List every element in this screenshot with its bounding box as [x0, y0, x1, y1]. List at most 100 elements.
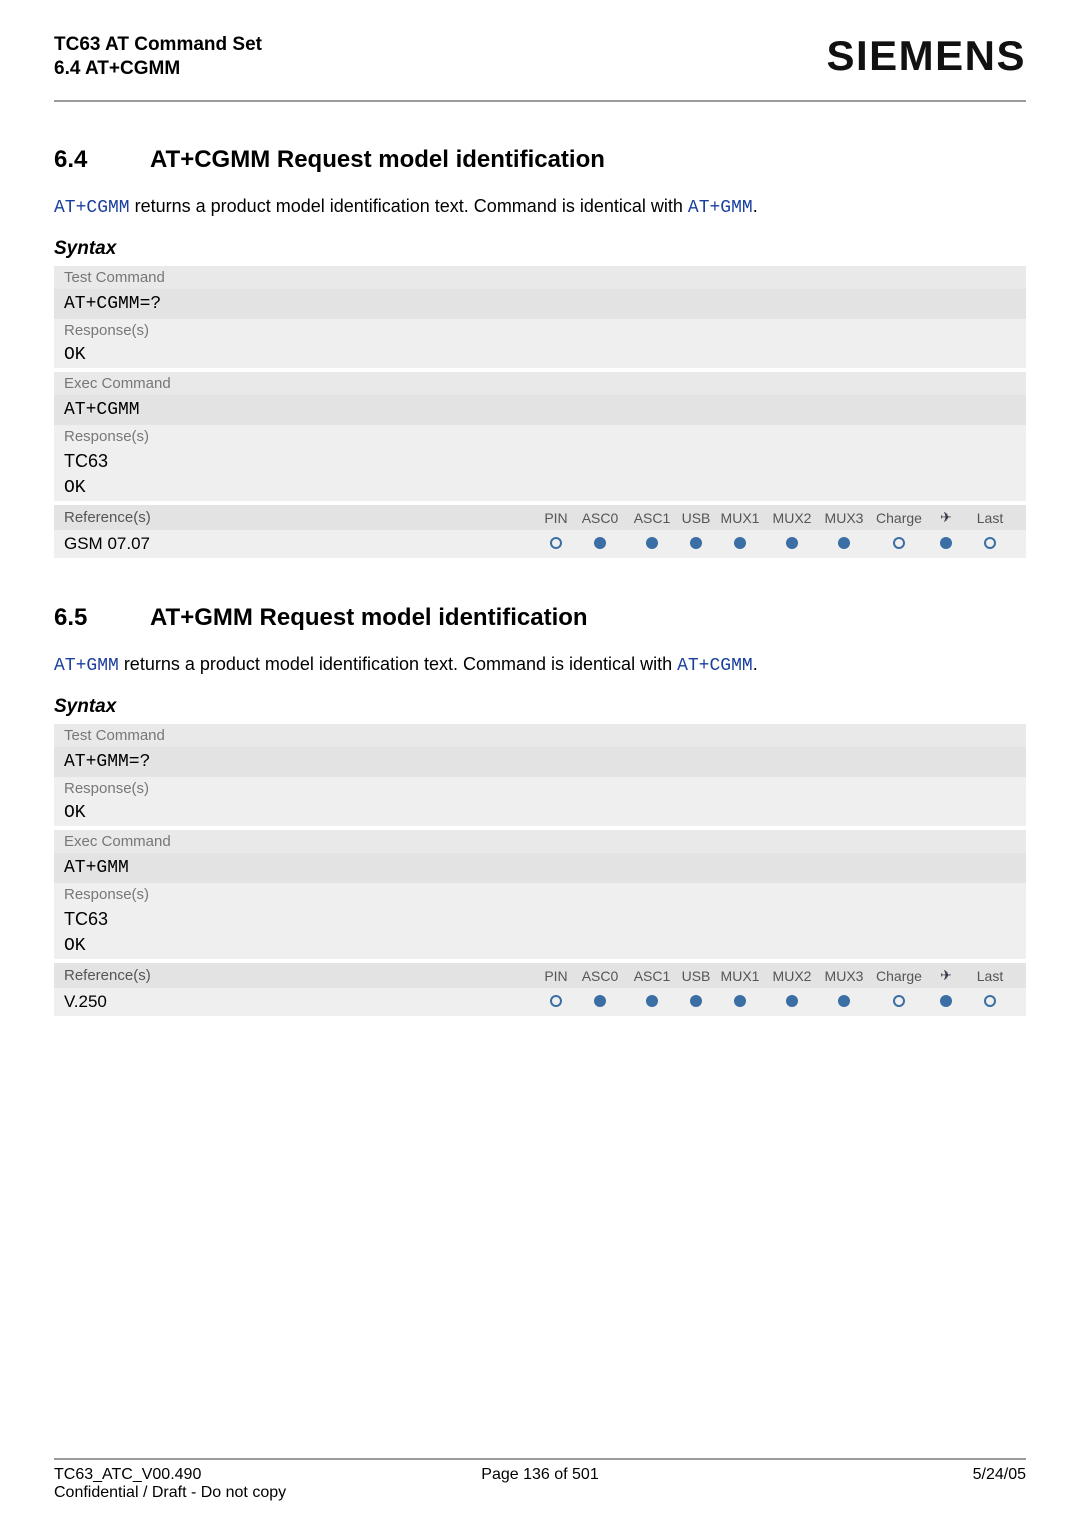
filled-dot-icon: [734, 995, 746, 1007]
filled-dot-icon: [690, 537, 702, 549]
col-mux1: MUX1: [714, 510, 766, 526]
test-command-label: Test Command: [54, 724, 1026, 747]
col-last: Last: [964, 968, 1016, 984]
filled-dot-icon: [786, 537, 798, 549]
syntax-block: Exec Command AT+CGMM Response(s) TC63 OK: [54, 372, 1026, 501]
siemens-logo: SIEMENS: [826, 32, 1026, 80]
filled-dot-icon: [646, 537, 658, 549]
section-title: AT+CGMM Request model identification: [150, 146, 605, 174]
header-left: TC63 AT Command Set 6.4 AT+CGMM: [54, 32, 262, 80]
reference-header-row: Reference(s) PIN ASC0 ASC1 USB MUX1 MUX2…: [54, 963, 1026, 988]
ring-icon: [550, 995, 562, 1007]
test-command: AT+CGMM=?: [54, 289, 1026, 319]
col-mux2: MUX2: [766, 968, 818, 984]
col-pin: PIN: [538, 510, 574, 526]
filled-dot-icon: [838, 995, 850, 1007]
test-command: AT+GMM=?: [54, 747, 1026, 777]
col-mux1: MUX1: [714, 968, 766, 984]
reference-value: V.250: [64, 992, 538, 1012]
response-ok: OK: [54, 342, 1026, 368]
intro-text: returns a product model identification t…: [130, 196, 688, 216]
test-command-label: Test Command: [54, 266, 1026, 289]
response-ok: OK: [54, 933, 1026, 959]
footer-version: TC63_ATC_V00.490: [54, 1466, 201, 1483]
col-asc0: ASC0: [574, 510, 626, 526]
exec-command-label: Exec Command: [54, 372, 1026, 395]
doc-title: TC63 AT Command Set: [54, 32, 262, 58]
intro-line: AT+GMM returns a product model identific…: [54, 654, 1026, 676]
response-ok: OK: [54, 800, 1026, 826]
filled-dot-icon: [646, 995, 658, 1007]
syntax-label: Syntax: [54, 238, 1026, 260]
response-model: TC63: [54, 448, 1026, 475]
reference-block: Reference(s) PIN ASC0 ASC1 USB MUX1 MUX2…: [54, 505, 1026, 558]
section-heading: 6.5 AT+GMM Request model identification: [54, 604, 1026, 632]
syntax-block: Test Command AT+CGMM=? Response(s) OK: [54, 266, 1026, 368]
col-charge: Charge: [870, 968, 928, 984]
cmd-link[interactable]: AT+GMM: [54, 656, 119, 676]
filled-dot-icon: [786, 995, 798, 1007]
response-label: Response(s): [54, 883, 1026, 906]
response-label: Response(s): [54, 777, 1026, 800]
reference-value: GSM 07.07: [64, 534, 538, 554]
col-mux3: MUX3: [818, 510, 870, 526]
intro-text: returns a product model identification t…: [119, 654, 677, 674]
filled-dot-icon: [690, 995, 702, 1007]
col-mux3: MUX3: [818, 968, 870, 984]
filled-dot-icon: [734, 537, 746, 549]
ring-icon: [984, 995, 996, 1007]
intro-text: .: [753, 196, 758, 216]
syntax-block: Exec Command AT+GMM Response(s) TC63 OK: [54, 830, 1026, 959]
col-usb: USB: [678, 968, 714, 984]
col-last: Last: [964, 510, 1016, 526]
col-asc1: ASC1: [626, 510, 678, 526]
section-number: 6.5: [54, 604, 106, 632]
header-right: SIEMENS: [826, 32, 1026, 80]
page-header: TC63 AT Command Set 6.4 AT+CGMM SIEMENS: [54, 32, 1026, 102]
exec-command-label: Exec Command: [54, 830, 1026, 853]
exec-command: AT+CGMM: [54, 395, 1026, 425]
reference-value-row: V.250: [54, 988, 1026, 1016]
filled-dot-icon: [940, 995, 952, 1007]
page-footer: TC63_ATC_V00.490 Confidential / Draft - …: [54, 1458, 1026, 1502]
filled-dot-icon: [940, 537, 952, 549]
exec-command: AT+GMM: [54, 853, 1026, 883]
response-ok: OK: [54, 475, 1026, 501]
airplane-icon: ✈: [928, 509, 964, 526]
syntax-block: Test Command AT+GMM=? Response(s) OK: [54, 724, 1026, 826]
col-mux2: MUX2: [766, 510, 818, 526]
col-asc1: ASC1: [626, 968, 678, 984]
col-usb: USB: [678, 510, 714, 526]
reference-value-row: GSM 07.07: [54, 530, 1026, 558]
response-label: Response(s): [54, 319, 1026, 342]
section-heading: 6.4 AT+CGMM Request model identification: [54, 146, 1026, 174]
cmd-link[interactable]: AT+GMM: [688, 198, 753, 218]
ring-icon: [893, 995, 905, 1007]
reference-block: Reference(s) PIN ASC0 ASC1 USB MUX1 MUX2…: [54, 963, 1026, 1016]
section-title: AT+GMM Request model identification: [150, 604, 588, 632]
reference-label: Reference(s): [64, 509, 538, 526]
filled-dot-icon: [594, 537, 606, 549]
reference-label: Reference(s): [64, 967, 538, 984]
response-model: TC63: [54, 906, 1026, 933]
ring-icon: [550, 537, 562, 549]
response-label: Response(s): [54, 425, 1026, 448]
ring-icon: [984, 537, 996, 549]
reference-header-row: Reference(s) PIN ASC0 ASC1 USB MUX1 MUX2…: [54, 505, 1026, 530]
airplane-icon: ✈: [928, 967, 964, 984]
footer-date: 5/24/05: [705, 1466, 1026, 1502]
cmd-link[interactable]: AT+CGMM: [54, 198, 130, 218]
ring-icon: [893, 537, 905, 549]
footer-confidential: Confidential / Draft - Do not copy: [54, 1484, 375, 1502]
col-asc0: ASC0: [574, 968, 626, 984]
footer-page: Page 136 of 501: [380, 1466, 701, 1502]
filled-dot-icon: [838, 537, 850, 549]
intro-text: .: [753, 654, 758, 674]
intro-line: AT+CGMM returns a product model identifi…: [54, 196, 1026, 218]
col-pin: PIN: [538, 968, 574, 984]
filled-dot-icon: [594, 995, 606, 1007]
doc-subtitle: 6.4 AT+CGMM: [54, 58, 262, 80]
syntax-label: Syntax: [54, 696, 1026, 718]
col-charge: Charge: [870, 510, 928, 526]
cmd-link[interactable]: AT+CGMM: [677, 656, 753, 676]
